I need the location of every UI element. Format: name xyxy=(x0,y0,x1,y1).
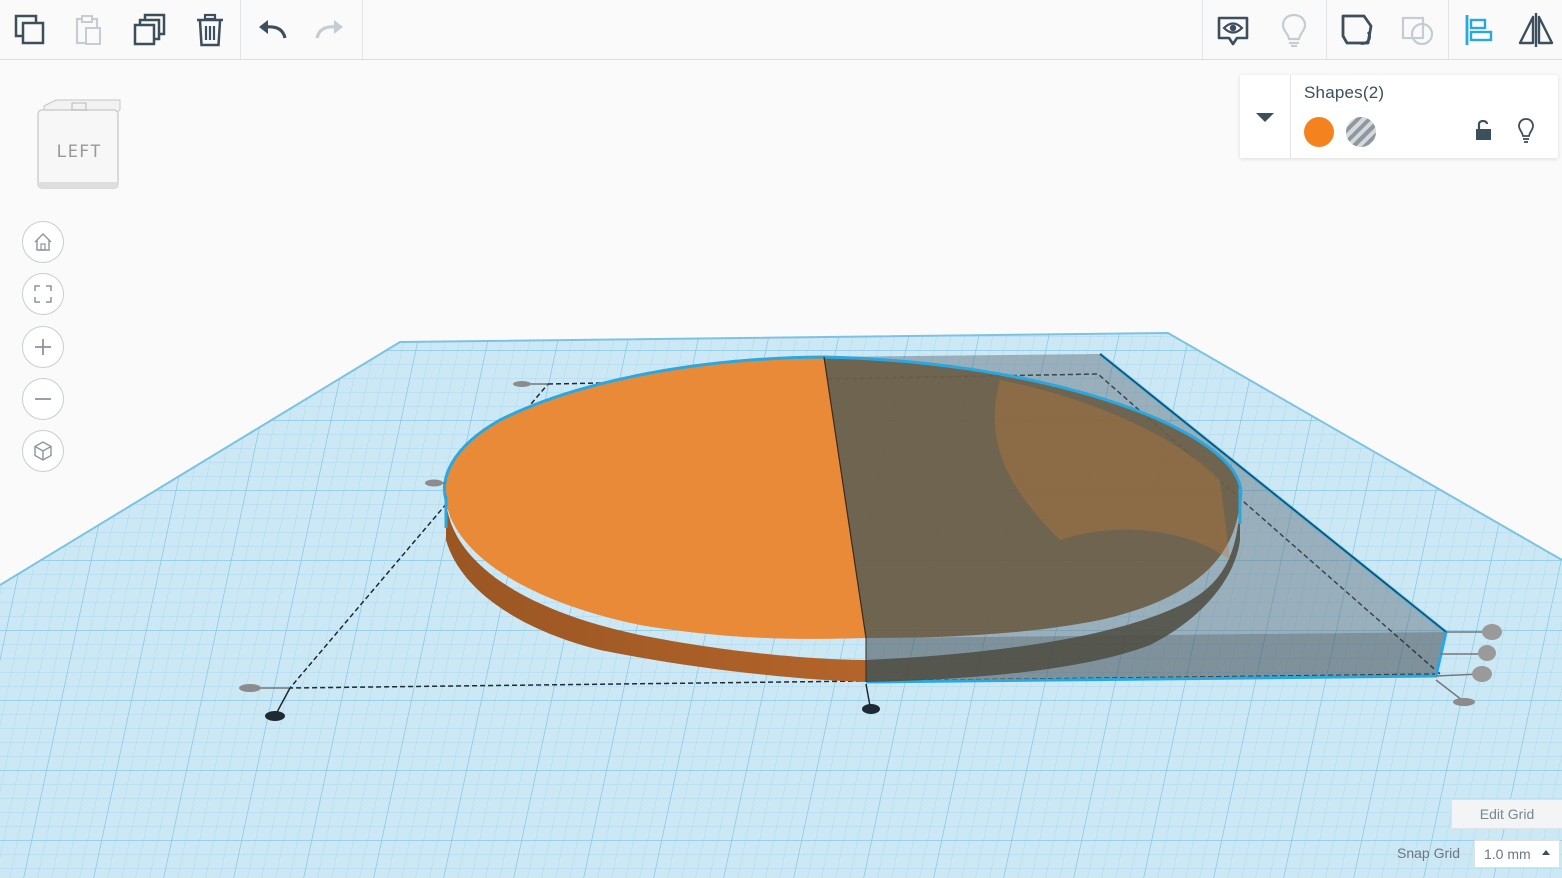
snap-grid-value: 1.0 mm xyxy=(1484,846,1531,862)
group-icon xyxy=(1341,14,1373,45)
paste-button[interactable] xyxy=(62,4,114,56)
hide-shape-button[interactable] xyxy=(1515,117,1537,143)
toolbar-divider xyxy=(1448,0,1449,59)
shapes-inspector-panel: Shapes(2) xyxy=(1240,75,1558,158)
chevron-down-icon xyxy=(1256,112,1274,122)
snap-grid-select[interactable]: 1.0 mm xyxy=(1474,840,1560,868)
align-icon xyxy=(1465,15,1493,45)
workplane-scene xyxy=(0,331,1562,878)
home-view-button[interactable] xyxy=(22,221,64,263)
fit-view-button[interactable] xyxy=(22,273,64,315)
bulb-icon xyxy=(1281,13,1307,48)
edit-grid-button[interactable]: Edit Grid xyxy=(1451,799,1562,829)
solid-color-swatch[interactable] xyxy=(1304,117,1334,147)
zoom-in-icon xyxy=(35,339,51,355)
hole-swatch[interactable] xyxy=(1346,117,1376,147)
copy-icon xyxy=(14,14,45,45)
undo-icon xyxy=(259,20,287,39)
ungroup-icon xyxy=(1401,16,1434,46)
caret-up-icon xyxy=(1542,850,1550,855)
toolbar-divider xyxy=(362,0,363,59)
toolbar-divider xyxy=(240,0,241,59)
group-button[interactable] xyxy=(1330,4,1382,56)
paste-icon xyxy=(75,15,101,45)
zoom-out-icon xyxy=(35,398,51,400)
redo-icon xyxy=(315,20,343,39)
copy-button[interactable] xyxy=(4,4,56,56)
zoom-out-button[interactable] xyxy=(22,378,64,420)
ungroup-button[interactable] xyxy=(1391,4,1443,56)
mirror-button[interactable] xyxy=(1510,4,1562,56)
zoom-in-button[interactable] xyxy=(22,326,64,368)
show-all-icon xyxy=(1217,16,1249,46)
duplicate-button[interactable] xyxy=(124,4,176,56)
show-all-button[interactable] xyxy=(1207,4,1259,56)
view-cube[interactable]: LEFT xyxy=(36,98,122,192)
hide-button[interactable] xyxy=(1268,4,1320,56)
unlock-icon xyxy=(1476,119,1491,140)
home-view-icon xyxy=(34,233,52,251)
delete-button[interactable] xyxy=(184,4,236,56)
delete-icon xyxy=(197,13,223,47)
perspective-icon xyxy=(34,441,52,461)
view-cube-face-label: LEFT xyxy=(56,142,102,162)
snap-grid-label: Snap Grid xyxy=(1397,845,1461,861)
mirror-icon xyxy=(1518,13,1554,47)
lock-button[interactable] xyxy=(1473,117,1495,143)
redo-button[interactable] xyxy=(304,4,356,56)
fit-view-icon xyxy=(34,285,52,303)
perspective-button[interactable] xyxy=(22,430,64,472)
toolbar-divider xyxy=(1326,0,1327,59)
panel-collapse-button[interactable] xyxy=(1240,75,1291,158)
bulb-icon xyxy=(1518,118,1534,143)
3d-viewport[interactable] xyxy=(0,60,1562,878)
toolbar-divider xyxy=(1202,0,1203,59)
undo-button[interactable] xyxy=(246,4,298,56)
panel-title: Shapes(2) xyxy=(1304,83,1385,102)
duplicate-icon xyxy=(133,13,166,46)
top-toolbar xyxy=(0,0,1562,60)
align-button[interactable] xyxy=(1451,4,1503,56)
